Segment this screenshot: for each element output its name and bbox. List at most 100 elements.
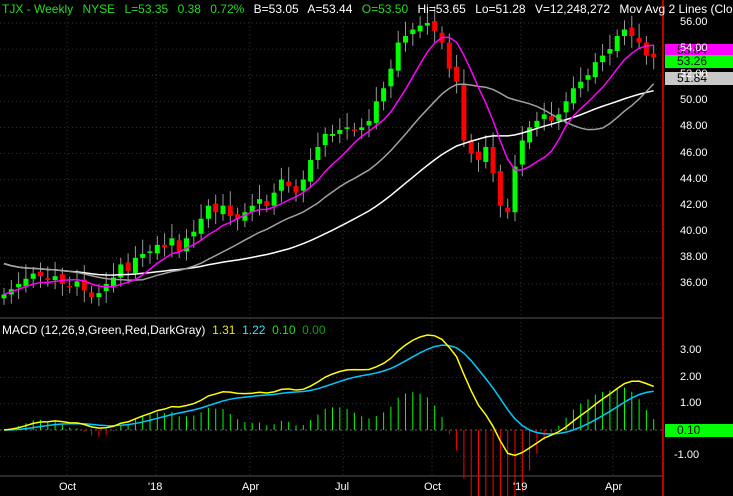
bid: B=53.05	[253, 2, 299, 16]
candle-body	[454, 66, 460, 82]
candle-body	[59, 274, 65, 284]
candle-body	[330, 133, 335, 136]
candle-body	[125, 262, 131, 271]
candle-body	[300, 179, 306, 191]
macd-value: 1.31	[212, 323, 236, 337]
candle-body	[476, 151, 481, 161]
candle-body	[169, 238, 175, 246]
change: 0.38	[177, 2, 201, 16]
candle-body	[563, 101, 569, 113]
candle-body	[512, 166, 518, 213]
candle-body	[446, 42, 452, 69]
candle-body	[541, 114, 547, 119]
candle-body	[337, 130, 343, 134]
date-tick: Jul	[335, 481, 350, 493]
candle-body	[622, 29, 627, 37]
macd-tick: 1.00	[680, 396, 702, 409]
open: O=53.50	[361, 2, 409, 16]
macd-tick: 3.00	[680, 344, 702, 357]
exchange-label: NYSE	[82, 2, 116, 16]
candle-body	[344, 127, 350, 129]
ma-slow-line	[3, 89, 654, 276]
candle-body	[147, 251, 153, 253]
candle-body	[52, 276, 58, 281]
signal-line	[3, 344, 654, 435]
ask: A=53.44	[307, 2, 353, 16]
candle-body	[549, 116, 554, 121]
symbol-label: TJX - Weekly	[2, 2, 74, 16]
candle-body	[132, 257, 138, 273]
date-tick: '18	[148, 481, 163, 493]
change-pct: 0.72%	[210, 2, 245, 16]
price-tick: 50.00	[680, 94, 708, 107]
candle-body	[534, 120, 540, 128]
candle-body	[410, 29, 416, 35]
chart-canvas[interactable]	[0, 0, 733, 496]
price-tick: 46.00	[680, 146, 708, 159]
candle-body	[140, 253, 146, 258]
macd-label[interactable]: MACD (12,26,9,Green,Red,DarkGray)	[2, 323, 205, 337]
candle-body	[38, 271, 43, 277]
candle-body	[592, 62, 598, 78]
candle-body	[395, 42, 401, 71]
macd-tag: 0.10	[665, 424, 733, 437]
candle-body	[490, 146, 496, 174]
zero-value: 0.00	[302, 323, 326, 337]
candle-body	[417, 25, 423, 32]
candle-body	[351, 129, 357, 131]
histogram-value: 0.10	[272, 323, 296, 337]
candle-body	[16, 284, 22, 288]
macd-line	[3, 334, 654, 457]
study-label[interactable]: Mov Avg 2 Lines (Close,20,40,0)	[619, 2, 733, 16]
price-tick: 56.00	[680, 16, 708, 28]
candle-body	[497, 171, 503, 206]
candle-body	[271, 192, 277, 206]
candle-body	[286, 181, 292, 187]
candle-body	[191, 231, 197, 237]
volume: V=12,248,272	[534, 2, 610, 16]
candle-body	[643, 42, 649, 56]
candle-body	[381, 88, 387, 102]
candle-body	[67, 285, 73, 288]
candle-body	[23, 278, 29, 286]
candle-body	[118, 264, 124, 278]
signal-value: 1.22	[242, 323, 266, 337]
price-tick: 42.00	[680, 198, 708, 211]
candle-body	[198, 218, 204, 234]
candle-body	[227, 205, 233, 217]
candle-body	[483, 146, 489, 162]
date-tick: Oct	[424, 481, 442, 493]
candle-body	[176, 240, 182, 252]
candle-body	[636, 38, 642, 43]
candle-body	[30, 273, 36, 279]
date-tick: Oct	[59, 481, 77, 493]
candle-body	[366, 120, 372, 126]
candle-body	[570, 88, 576, 104]
candle-body	[278, 179, 284, 191]
price-tick: 52.00	[680, 68, 708, 81]
candle-body	[205, 205, 211, 219]
candle-body	[424, 23, 430, 26]
last-price-tag: 53.26	[665, 55, 733, 68]
candle-body	[461, 83, 467, 141]
candle-body	[359, 127, 365, 131]
quote-header: TJX - Weekly NYSE L=53.35 0.38 0.72% B=5…	[2, 2, 733, 16]
price-tick: 36.00	[680, 277, 708, 289]
date-tick: '19	[513, 481, 528, 493]
candle-body	[629, 27, 635, 37]
candle-body	[519, 140, 525, 165]
date-tick: Apr	[605, 481, 623, 493]
candle-body	[89, 292, 95, 298]
candle-body	[308, 160, 314, 182]
low: Lo=51.28	[475, 2, 526, 16]
last-price: L=53.35	[124, 2, 169, 16]
candle-body	[1, 294, 7, 299]
price-tick: 40.00	[680, 224, 708, 237]
candle-body	[45, 278, 51, 281]
price-tick: 38.00	[680, 250, 708, 263]
candle-body	[220, 205, 226, 215]
candle-body	[257, 199, 262, 204]
candle-body	[505, 207, 511, 213]
date-tick: Apr	[242, 481, 260, 493]
candle-body	[578, 81, 584, 89]
